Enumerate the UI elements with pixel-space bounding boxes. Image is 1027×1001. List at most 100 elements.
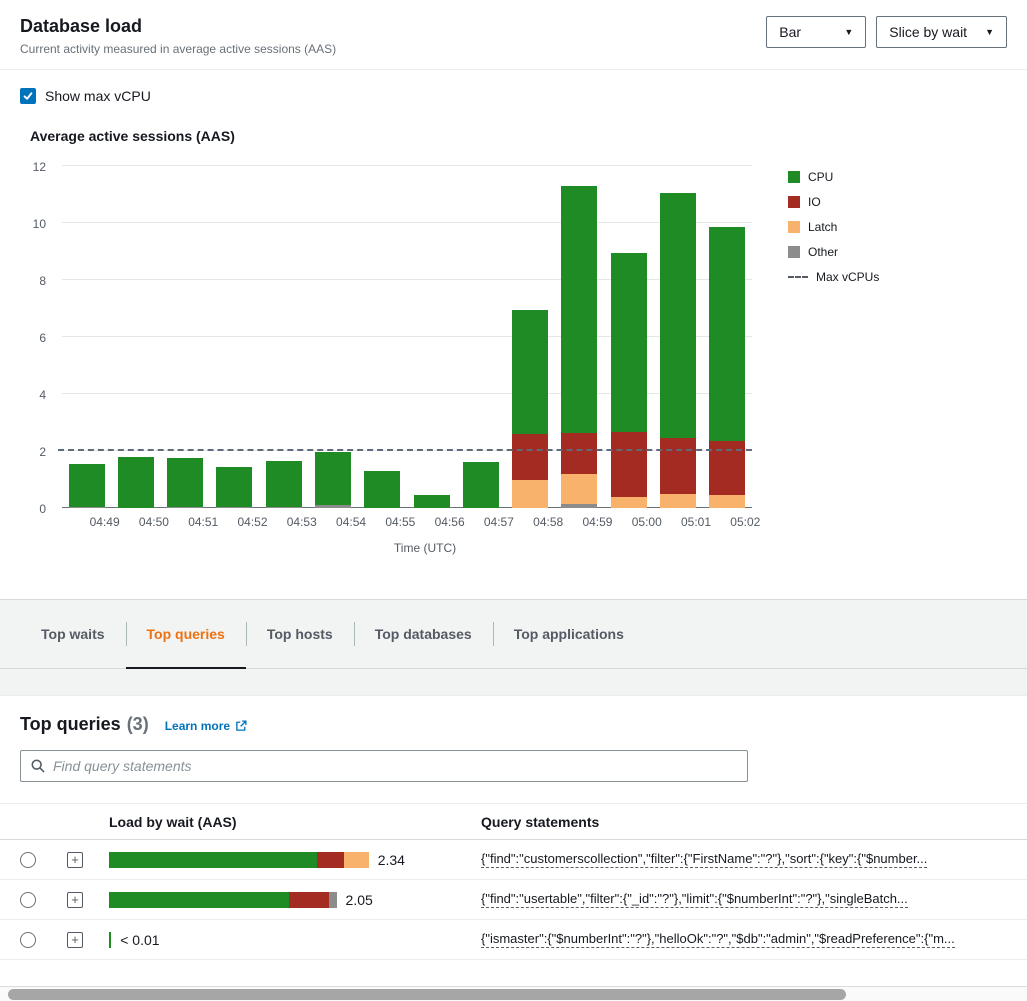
x-axis-tick-label: 04:54 [326, 515, 375, 529]
chart-bar-04-54[interactable] [315, 452, 351, 508]
chart-bar-slot [111, 166, 160, 508]
legend-item-max-vcpus: Max vCPUs [788, 270, 879, 284]
query-cell: {"find":"customerscollection","filter":{… [463, 851, 1027, 868]
learn-more-link[interactable]: Learn more [165, 719, 247, 733]
bar-segment-cpu [364, 471, 400, 508]
chart-bar-04-53[interactable] [266, 461, 302, 508]
tab-top-queries[interactable]: Top queries [126, 600, 246, 668]
tab-top-applications[interactable]: Top applications [493, 600, 645, 668]
chart-bar-slot [604, 166, 653, 508]
chart-bar-04-59[interactable] [561, 186, 597, 508]
bar-segment-cpu [611, 253, 647, 433]
legend-label: Max vCPUs [816, 270, 879, 284]
chart-bar-04-49[interactable] [69, 464, 105, 508]
bar-segment-other [69, 507, 105, 508]
legend-swatch-latch [788, 221, 800, 233]
learn-more-label: Learn more [165, 719, 230, 733]
top-queries-header: Top queries (3) Learn more [0, 696, 1027, 735]
chart-ylabels: 024681012 [18, 166, 52, 508]
load-bar-segment-cpu [109, 852, 317, 868]
expand-row-button[interactable] [67, 892, 83, 908]
chart-title: Average active sessions (AAS) [30, 128, 1027, 144]
x-axis-tick-label: 04:49 [80, 515, 129, 529]
chart-bar-04-57[interactable] [463, 462, 499, 508]
header-text: Database load Current activity measured … [20, 16, 336, 56]
query-statement-link[interactable]: {"ismaster":{"$numberInt":"?"},"helloOk"… [481, 931, 955, 948]
dimension-tabs: Top waitsTop queriesTop hostsTop databas… [0, 599, 1027, 669]
load-cell: 2.34 [95, 852, 463, 868]
load-bar [109, 892, 337, 908]
slice-by-select-value: Slice by wait [889, 24, 967, 40]
expand-row-button[interactable] [67, 932, 83, 948]
query-statement-link[interactable]: {"find":"customerscollection","filter":{… [481, 851, 927, 868]
chart-bar-05-01[interactable] [660, 193, 696, 508]
row-radio-button[interactable] [20, 852, 36, 868]
row-radio-button[interactable] [20, 892, 36, 908]
bar-segment-latch [660, 494, 696, 508]
horizontal-scrollbar-track[interactable] [0, 986, 1027, 1001]
chart-bar-slot [506, 166, 555, 508]
chevron-down-icon: ▼ [844, 27, 853, 37]
bar-segment-cpu [216, 467, 252, 507]
chart-bar-05-00[interactable] [611, 253, 647, 508]
bar-segment-other [216, 507, 252, 508]
bar-segment-cpu [463, 462, 499, 508]
radio-cell [0, 892, 55, 908]
load-bar [109, 852, 369, 868]
table-row: 2.34 {"find":"customerscollection","filte… [0, 840, 1027, 880]
load-bar-segment-io [289, 892, 329, 908]
chart-bar-04-58[interactable] [512, 310, 548, 508]
chart-plot [62, 166, 752, 508]
legend-item-latch: Latch [788, 220, 879, 234]
max-vcpu-line [58, 449, 752, 451]
chart-type-select[interactable]: Bar ▼ [766, 16, 866, 48]
top-queries-title: Top queries [20, 714, 121, 735]
x-axis-tick-label: 04:56 [425, 515, 474, 529]
load-bar-segment-cpu [109, 932, 111, 948]
query-statement-link[interactable]: {"find":"usertable","filter":{"_id":"?"}… [481, 891, 908, 908]
chart-bar-04-52[interactable] [216, 467, 252, 508]
x-axis-tick-label: 05:00 [622, 515, 671, 529]
show-max-vcpu-checkbox[interactable] [20, 88, 36, 104]
tab-top-databases[interactable]: Top databases [354, 600, 493, 668]
aas-chart: 024681012 CPUIOLatchOtherMax vCPUs 04:49… [18, 166, 1027, 555]
chart-bars [62, 166, 752, 508]
chart-bar-slot [161, 166, 210, 508]
search-icon [31, 759, 45, 773]
bar-segment-other [315, 505, 351, 508]
legend-item-io: IO [788, 195, 879, 209]
chart-bar-04-56[interactable] [414, 495, 450, 508]
chart-bar-slot [62, 166, 111, 508]
legend-label: IO [808, 195, 821, 209]
row-radio-button[interactable] [20, 932, 36, 948]
y-axis-tick-label: 4 [18, 388, 46, 402]
x-axis-tick-label: 04:58 [524, 515, 573, 529]
expand-row-button[interactable] [67, 852, 83, 868]
legend-swatch-cpu [788, 171, 800, 183]
chart-bar-04-55[interactable] [364, 471, 400, 508]
legend-label: Latch [808, 220, 837, 234]
radio-cell [0, 852, 55, 868]
chart-type-select-value: Bar [779, 24, 801, 40]
chart-bar-slot [555, 166, 604, 508]
chart-bar-04-51[interactable] [167, 458, 203, 508]
x-axis-tick-label: 05:01 [671, 515, 720, 529]
max-vcpus-line-swatch [788, 276, 808, 278]
chart-bar-slot [407, 166, 456, 508]
expand-cell [55, 852, 95, 868]
load-bar-segment-cpu [109, 892, 289, 908]
bar-segment-io [512, 434, 548, 480]
table-row: < 0.01{"ismaster":{"$numberInt":"?"},"he… [0, 920, 1027, 960]
tab-top-waits[interactable]: Top waits [20, 600, 126, 668]
tab-top-hosts[interactable]: Top hosts [246, 600, 354, 668]
chart-bar-05-02[interactable] [709, 227, 745, 508]
search-input[interactable] [53, 758, 737, 774]
query-cell: {"find":"usertable","filter":{"_id":"?"}… [463, 891, 1027, 908]
load-column-header: Load by wait (AAS) [95, 814, 463, 830]
slice-by-select[interactable]: Slice by wait ▼ [876, 16, 1007, 48]
bar-segment-latch [611, 497, 647, 508]
query-cell: {"ismaster":{"$numberInt":"?"},"helloOk"… [463, 931, 1027, 948]
horizontal-scrollbar-thumb[interactable] [8, 989, 846, 1000]
chart-bar-04-50[interactable] [118, 457, 154, 508]
bar-segment-cpu [709, 227, 745, 441]
